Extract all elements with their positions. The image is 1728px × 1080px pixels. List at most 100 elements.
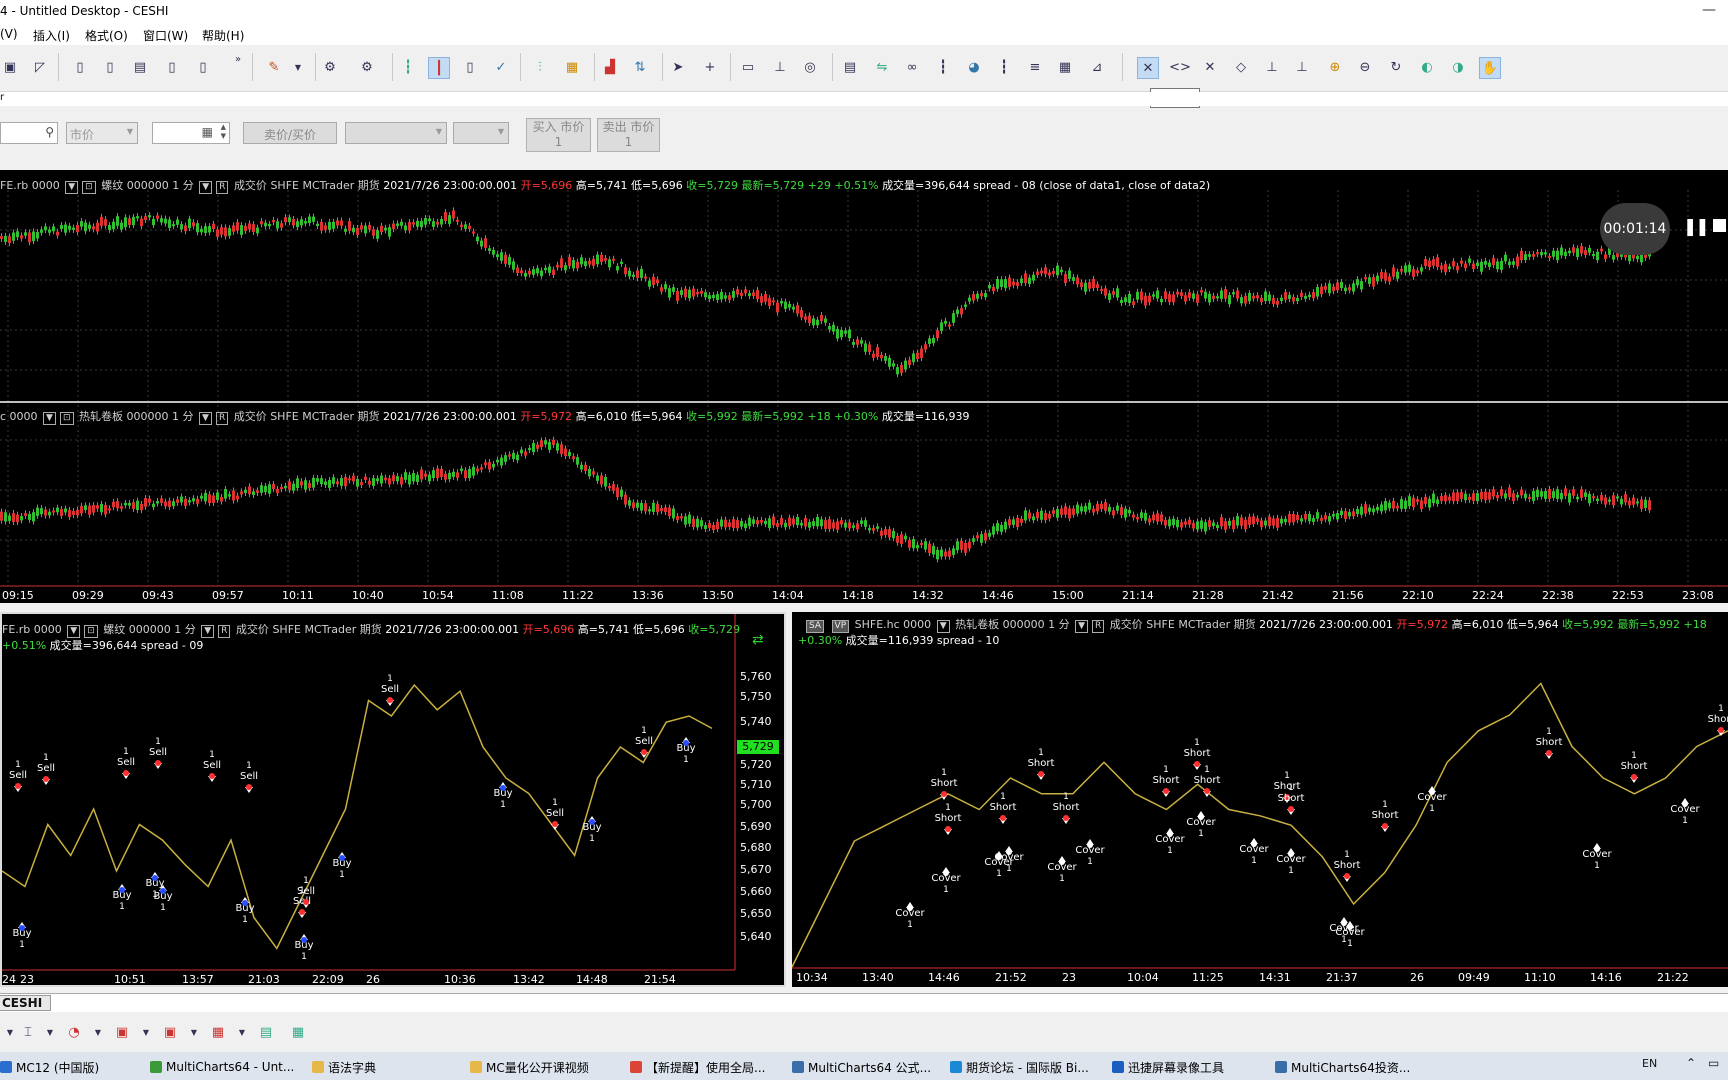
taskbar-item[interactable]: MC12 (中国版) <box>0 1056 99 1078</box>
dropdown-arrow-icon[interactable]: ▼ <box>0 1022 20 1042</box>
bars-back-icon[interactable]: ┇ <box>994 57 1014 77</box>
bar-chart-type-icon[interactable]: ┇ <box>398 57 418 77</box>
calculator-icon[interactable]: ▦ <box>202 125 213 139</box>
pause-icon[interactable]: ❚❚ <box>1683 217 1709 237</box>
alert-icon[interactable]: ◔ <box>64 1022 84 1042</box>
dropdown-icon[interactable]: ▼ <box>43 412 56 425</box>
chart-window-top[interactable]: FE.rb 0000 ▼ ⊡ 螺纹 000000 1 分 ▼ R 成交价 SHFE … <box>0 170 1728 603</box>
candlestick-type-icon[interactable]: ┃ <box>428 57 450 79</box>
zoom-in-icon[interactable]: ⊕ <box>1325 57 1345 77</box>
format-instrument-icon[interactable]: ⚙ <box>357 57 377 77</box>
pointer-icon[interactable]: ➤ <box>668 57 688 77</box>
table-icon[interactable]: ▤ <box>256 1022 276 1042</box>
taskbar-item[interactable]: MultiCharts64投资... <box>1275 1056 1410 1078</box>
menu-help[interactable]: 帮助(H) <box>202 27 244 44</box>
symbol-search-input[interactable]: ⚲ <box>0 122 58 144</box>
new-scanner-icon[interactable]: ▤ <box>130 57 150 77</box>
dropdown-arrow-icon[interactable]: ▼ <box>232 1022 252 1042</box>
workspace-tab-ceshi[interactable]: CESHI <box>0 995 52 1011</box>
grid-icon[interactable]: ▦ <box>288 1022 308 1042</box>
globe-icon[interactable]: ◕ <box>964 57 984 77</box>
auto-trade-icon[interactable]: ◑ <box>1448 57 1468 77</box>
dropdown-arrow-icon[interactable]: ▼ <box>184 1022 204 1042</box>
chart-window-bottom-right[interactable]: SA VP SHFE.hc 0000 ▼ 热轧卷板 000000 1 分 ▼ R … <box>792 612 1728 987</box>
candle <box>356 479 359 487</box>
multi-bars-icon[interactable]: ┇ <box>933 57 953 77</box>
new-doc-icon[interactable]: ▯ <box>70 57 90 77</box>
stop-icon[interactable] <box>1713 219 1726 232</box>
overflow-chevron-icon[interactable]: » <box>228 49 248 69</box>
minimize-icon[interactable]: — <box>1702 2 1716 18</box>
indicator-icon[interactable]: ⫶ <box>530 57 550 77</box>
zoom-out-bars-icon[interactable]: ✕ <box>1137 57 1159 79</box>
bracket-icon[interactable]: ⌶ <box>18 1022 38 1042</box>
chart-analysis-icon[interactable]: ⊿ <box>1087 57 1107 77</box>
zoom-out-icon[interactable]: ⊖ <box>1355 57 1375 77</box>
taskbar-item[interactable]: 迅捷屏幕录像工具 <box>1112 1056 1224 1078</box>
zoom-in-bars-icon[interactable]: <> <box>1169 57 1191 77</box>
auto-scroll-icon[interactable]: ◐ <box>1417 57 1437 77</box>
list-icon[interactable]: ▦ <box>208 1022 228 1042</box>
new-dom-icon[interactable]: ▯ <box>162 57 182 77</box>
dropdown-arrow-icon[interactable]: ▼ <box>40 1022 60 1042</box>
hand-drag-icon[interactable]: ✋ <box>1479 57 1501 79</box>
line-chart-icon[interactable]: ✓ <box>491 57 511 77</box>
format-settings-icon[interactable]: ⚙ <box>320 57 340 77</box>
new-window-icon[interactable]: ▯ <box>193 57 213 77</box>
buy-market-button[interactable]: 买入 市价 1 <box>526 118 591 152</box>
data-series-icon[interactable]: ⊡ <box>59 412 74 425</box>
tab-fragment[interactable]: r <box>0 92 4 103</box>
taskbar-item[interactable]: MultiCharts64 - Unt... <box>150 1056 294 1078</box>
dropdown-arrow-icon[interactable]: ▼ <box>88 1022 108 1042</box>
stepper-arrows-icon[interactable]: ▲ ▼ <box>221 123 226 141</box>
scroll-left-icon[interactable]: ⊥ <box>1262 57 1282 77</box>
position-icon[interactable]: ▣ <box>160 1022 180 1042</box>
signals-icon[interactable]: ⇅ <box>630 57 650 77</box>
chart-window-icon[interactable]: ◸ <box>30 57 50 77</box>
new-page-icon[interactable]: ▯ <box>100 57 120 77</box>
quantity-stepper[interactable]: ▦ ▲ ▼ <box>152 122 230 144</box>
drawing-pen-icon[interactable]: ✎ <box>264 57 284 77</box>
dropdown-arrow-icon[interactable]: ▼ <box>288 57 308 77</box>
order-icon[interactable]: ▣ <box>112 1022 132 1042</box>
chart-window-bottom-left[interactable]: FE.rb 0000 ▼ ⊡ 螺纹 000000 1 分 ▼ R 成交价 SHFE … <box>0 612 786 987</box>
input-language[interactable]: EN <box>1642 1057 1657 1070</box>
price-type-select[interactable]: 市价 ▼ <box>66 122 138 144</box>
crosshair-icon[interactable]: + <box>700 57 720 77</box>
taskbar-item[interactable]: 语法字典 <box>312 1056 376 1078</box>
hollow-candle-icon[interactable]: ▯ <box>460 57 480 77</box>
sell-market-button[interactable]: 卖出 市价 1 <box>597 118 660 152</box>
grid-view-icon[interactable]: ▦ <box>1055 57 1075 77</box>
horizontal-line-icon[interactable]: ⊥ <box>770 57 790 77</box>
magnifier-tool-icon[interactable]: ◎ <box>800 57 820 77</box>
bars-list-icon[interactable]: ≡ <box>1025 57 1045 77</box>
menu-window[interactable]: 窗口(W) <box>143 27 188 44</box>
interval-dropdown-icon[interactable]: ▼ <box>199 412 212 425</box>
taskbar-item[interactable]: MC量化公开课视频 <box>470 1056 589 1078</box>
refresh-icon[interactable]: ↻ <box>1386 57 1406 77</box>
r-button[interactable]: R <box>215 412 229 425</box>
expand-vertical-icon[interactable]: ◇ <box>1231 57 1251 77</box>
bid-ask-button[interactable]: 卖价/买价 <box>243 122 337 144</box>
scroll-right-icon[interactable]: ⊥ <box>1292 57 1312 77</box>
data-window-icon[interactable]: ▤ <box>840 57 860 77</box>
tray-chevron-up-icon[interactable]: ⌃ <box>1686 1056 1696 1070</box>
menu-view[interactable]: (V) <box>0 27 18 41</box>
account-select[interactable]: ▼ <box>345 122 447 144</box>
link-icon[interactable]: ∞ <box>902 57 922 77</box>
dropdown-arrow-icon[interactable]: ▼ <box>136 1022 156 1042</box>
taskbar-item[interactable]: 【新提醒】使用全局... <box>630 1056 765 1078</box>
menu-format[interactable]: 格式(O) <box>85 27 128 44</box>
order-type-select[interactable]: ▼ <box>453 122 509 144</box>
network-icon[interactable]: ▭ <box>1708 1056 1719 1070</box>
taskbar-item[interactable]: MultiCharts64 公式... <box>792 1056 931 1078</box>
trade-bar-icon[interactable]: ⇋ <box>872 57 892 77</box>
comment-icon[interactable]: ▭ <box>738 57 758 77</box>
taskbar-item[interactable]: 期货论坛 - 国际版 Bi... <box>950 1056 1089 1078</box>
volume-profile-icon[interactable]: ▦ <box>562 57 582 77</box>
save-icon[interactable]: ▣ <box>0 57 20 77</box>
menu-insert[interactable]: 插入(I) <box>33 27 70 44</box>
candle <box>1416 270 1419 274</box>
strategy-icon[interactable]: ▟ <box>600 57 620 77</box>
compress-vertical-icon[interactable]: ✕ <box>1200 57 1220 77</box>
